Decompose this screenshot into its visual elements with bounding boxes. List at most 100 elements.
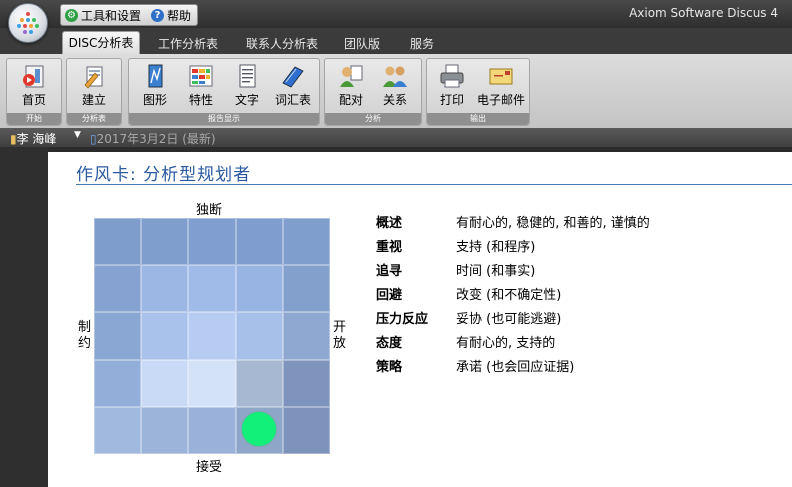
email-label: 电子邮件 — [476, 93, 525, 107]
logo-dot — [20, 18, 24, 22]
relationship-people-icon — [383, 66, 407, 87]
help-icon: ? — [151, 8, 165, 22]
graph-icon — [148, 64, 163, 88]
home-icon — [23, 65, 44, 88]
graph-button[interactable]: 图形 — [133, 63, 177, 109]
grid-cell — [141, 265, 189, 313]
user-bar: ▮李 海峰 ▼ ▯2017年3月2日 (最新) — [0, 128, 792, 147]
grid-cell — [282, 359, 330, 407]
ribbon-group-label: 开始 — [7, 113, 61, 125]
logo-dot — [23, 30, 27, 34]
style-grid — [94, 218, 330, 454]
pair-people-icon — [340, 65, 363, 87]
style-position-marker — [241, 411, 277, 447]
fact-value: 妥协 (也可能逃避) — [456, 312, 562, 327]
fact-value: 时间 (和事实) — [456, 264, 536, 279]
tab-contact-analysis[interactable]: 联系人分析表 — [240, 34, 324, 54]
page-title: 作风卡: 分析型规划者 — [76, 165, 252, 185]
traits-label: 特性 — [188, 93, 213, 107]
logo-dot — [29, 24, 33, 28]
fact-value: 改变 (和不确定性) — [456, 288, 562, 303]
glossary-book-icon — [282, 66, 304, 88]
create-button[interactable]: 建立 — [71, 63, 117, 109]
user-name: 李 海峰 — [16, 132, 57, 146]
ribbon-group-label: 输出 — [427, 113, 529, 125]
fact-value: 有耐心的, 支持的 — [456, 336, 556, 351]
ribbon-group-output: 打印 电子邮件 输出 — [426, 58, 530, 126]
chevron-down-icon[interactable]: ▼ — [74, 130, 81, 140]
email-button[interactable]: 电子邮件 — [475, 63, 527, 109]
graph-label: 图形 — [142, 93, 167, 107]
grid-cell — [141, 406, 189, 454]
grid-cell — [235, 218, 283, 266]
logo-dot — [23, 24, 27, 28]
grid-cell — [94, 218, 142, 266]
axis-label-right: 开放 — [333, 320, 347, 351]
side-strip — [0, 147, 48, 487]
grid-cell — [188, 312, 236, 360]
user-selector[interactable]: ▮李 海峰 — [10, 130, 56, 147]
ribbon-group-analysis: 配对 关系 分析 — [324, 58, 422, 126]
quick-access-toolbar: ⚙ 工具和设置 ? 帮助 — [60, 4, 199, 26]
grid-cell — [282, 312, 330, 360]
text-button[interactable]: 文字 — [225, 63, 269, 109]
fact-key: 概述 — [376, 216, 403, 231]
logo-dot — [29, 30, 33, 34]
home-label: 首页 — [21, 93, 46, 107]
pair-button[interactable]: 配对 — [329, 63, 373, 109]
report-page: 作风卡: 分析型规划者 独断 接受 制约 开放 概述 有耐心的, 稳健的, 和善的… — [48, 152, 792, 487]
traits-icon — [189, 65, 213, 87]
printer-icon — [440, 64, 464, 88]
tab-team-edition[interactable]: 团队版 — [336, 34, 388, 54]
tools-settings-label: 工具和设置 — [81, 8, 142, 23]
app-menu-button[interactable] — [8, 3, 48, 43]
ribbon-group-label: 分析 — [325, 113, 421, 125]
pair-label: 配对 — [338, 93, 363, 107]
home-button[interactable]: 首页 — [11, 63, 57, 109]
tab-disc-analysis[interactable]: DISC分析表 — [62, 31, 140, 55]
glossary-button[interactable]: 词汇表 — [271, 63, 315, 109]
create-icon — [84, 66, 103, 89]
fact-key: 压力反应 — [376, 312, 429, 327]
fact-value: 有耐心的, 稳健的, 和善的, 谨慎的 — [456, 216, 650, 231]
grid-cell — [188, 265, 236, 313]
grid-cell — [282, 218, 330, 266]
date-label: 2017年3月2日 (最新) — [96, 132, 216, 146]
logo-dot — [26, 18, 30, 22]
logo-dot — [26, 12, 30, 16]
grid-cell — [235, 265, 283, 313]
ribbon-tab-row: DISC分析表 工作分析表 联系人分析表 团队版 服务 — [0, 28, 792, 55]
fact-value: 支持 (和程序) — [456, 240, 536, 255]
app-title: Axiom Software Discus 4 — [629, 6, 778, 20]
help-button[interactable]: ? 帮助 — [151, 7, 191, 24]
grid-cell — [188, 359, 236, 407]
logo-dot — [32, 18, 36, 22]
grid-cell — [94, 312, 142, 360]
date-selector[interactable]: ▯2017年3月2日 (最新) — [90, 130, 216, 147]
axis-label-top: 独断 — [196, 203, 223, 218]
logo-dot — [35, 24, 39, 28]
grid-cell — [94, 359, 142, 407]
grid-cell — [188, 218, 236, 266]
fact-key: 策略 — [376, 360, 403, 375]
ribbon-group-start: 首页 开始 — [6, 58, 62, 126]
text-label: 文字 — [234, 93, 259, 107]
create-label: 建立 — [81, 93, 106, 107]
title-bar: ⚙ 工具和设置 ? 帮助 Axiom Software Discus 4 — [0, 0, 792, 28]
logo-dot — [17, 24, 21, 28]
grid-cell — [141, 312, 189, 360]
ribbon-group-profile: 建立 分析表 — [66, 58, 122, 126]
grid-cell — [235, 359, 283, 407]
tools-settings-button[interactable]: ⚙ 工具和设置 — [65, 7, 141, 24]
axis-label-left: 制约 — [78, 320, 92, 351]
fact-value: 承诺 (也会回应证据) — [456, 360, 575, 375]
ribbon-group-label: 分析表 — [67, 113, 121, 125]
traits-button[interactable]: 特性 — [179, 63, 223, 109]
fact-key: 追寻 — [376, 264, 403, 279]
print-button[interactable]: 打印 — [431, 63, 473, 109]
glossary-label: 词汇表 — [274, 93, 311, 107]
fact-key: 重视 — [376, 240, 403, 255]
tab-service[interactable]: 服务 — [400, 34, 444, 54]
tab-job-analysis[interactable]: 工作分析表 — [150, 34, 226, 54]
relationship-button[interactable]: 关系 — [373, 63, 417, 109]
